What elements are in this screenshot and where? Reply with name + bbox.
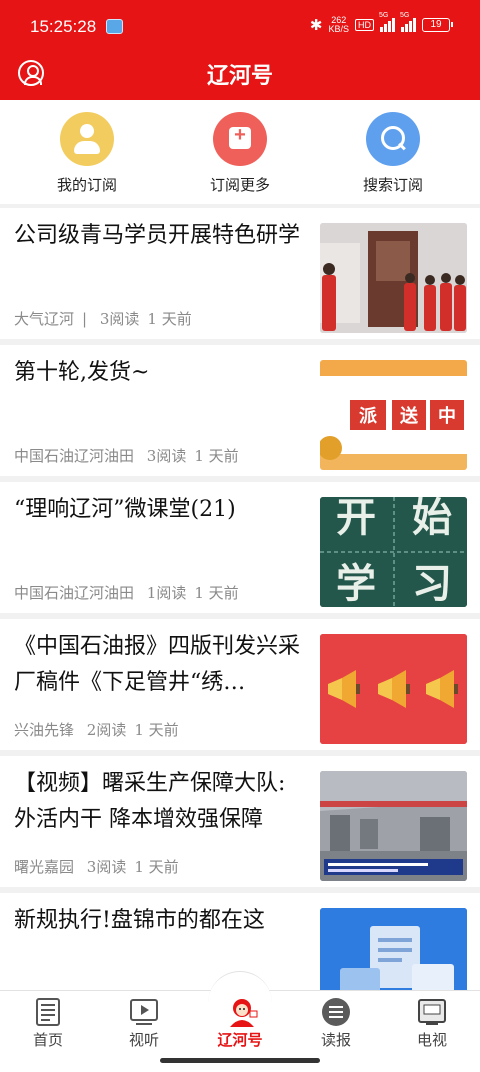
article-title[interactable]: 公司级青马学员开展特色研学 (14, 218, 306, 254)
article-meta: 曙光嘉园 3阅读 1 天前 (14, 856, 187, 877)
thumb-text: 始 (412, 497, 452, 541)
article-time: 1 天前 (194, 584, 239, 602)
article-thumbnail[interactable]: 开 始 学 习 (320, 497, 467, 607)
tv-icon (416, 997, 448, 1027)
article-card[interactable]: 【视频】曙采生产保障大队:外活内干 降本增效强保障 曙光嘉园 3阅读 1 天前 (0, 756, 480, 887)
delivery-banner: 派 送 中 (320, 360, 467, 470)
article-time: 1 天前 (134, 721, 179, 739)
nav-tv[interactable]: 电视 (384, 991, 480, 1051)
workshop-video-still (320, 771, 467, 881)
megaphone-banner (320, 634, 467, 744)
thumb-text: 开 (336, 497, 376, 541)
sim1-label: 5G (379, 12, 389, 19)
article-reads: 3阅读 (86, 858, 127, 876)
plus-icon (213, 112, 267, 166)
article-source: 曙光嘉园 (14, 858, 75, 876)
article-thumbnail[interactable]: 派 送 中 (320, 360, 467, 470)
network-speed: 262 KB/S (328, 16, 349, 34)
thumb-text: 学 (336, 560, 376, 607)
article-card[interactable]: 公司级青马学员开展特色研学 大气辽河 | 3阅读 1 天前 (0, 208, 480, 339)
search-icon (366, 112, 420, 166)
article-reads: 2阅读 (86, 721, 127, 739)
article-card[interactable]: 第十轮,发货~ 中国石油辽河油田 3阅读 1 天前 派 送 中 (0, 345, 480, 476)
article-source: 大气辽河 (14, 310, 75, 328)
my-subscriptions-button[interactable]: 我的订阅 (27, 112, 147, 195)
play-icon (128, 997, 160, 1027)
article-source: 兴油先锋 (14, 721, 75, 739)
nav-liaohehao[interactable]: 辽河号 (192, 991, 288, 1051)
nav-home[interactable]: 首页 (0, 991, 96, 1051)
signal-icon: 5G (379, 12, 395, 32)
thumb-text: 中 (438, 405, 456, 427)
nav-video[interactable]: 视听 (96, 991, 192, 1051)
app-screen: 15:25:28 ✱ 262 KB/S HD 5G 5G 19 辽河号 我的订阅… (0, 0, 480, 1072)
newspaper-icon (32, 997, 64, 1027)
person-icon (60, 112, 114, 166)
meta-separator: | (82, 310, 88, 328)
article-thumbnail[interactable] (320, 223, 467, 333)
article-time: 1 天前 (134, 858, 179, 876)
article-title[interactable]: 第十轮,发货~ (14, 355, 306, 391)
thumb-text: 习 (412, 560, 452, 607)
battery-icon: 19 (422, 18, 453, 32)
study-tour-photo (320, 223, 467, 333)
subscribe-more-button[interactable]: 订阅更多 (180, 112, 300, 195)
article-source: 中国石油辽河油田 (14, 584, 135, 602)
article-meta: 大气辽河 | 3阅读 1 天前 (14, 308, 200, 329)
article-meta: 中国石油辽河油田 1阅读 1 天前 (14, 582, 247, 603)
nav-label: 视听 (128, 1031, 159, 1049)
mascot-icon (224, 997, 258, 1027)
shortcut-label: 搜索订阅 (362, 176, 423, 194)
article-reads: 3阅读 (99, 310, 140, 328)
article-meta: 中国石油辽河油田 3阅读 1 天前 (14, 445, 247, 466)
article-reads: 3阅读 (146, 447, 187, 465)
home-indicator[interactable] (160, 1058, 320, 1063)
article-card[interactable]: 《中国石油报》四版刊发兴采厂稿件《下足管井“绣… 兴油先锋 2阅读 1 天前 (0, 619, 480, 750)
list-icon (320, 997, 352, 1027)
article-title[interactable]: “理响辽河”微课堂(21) (14, 492, 306, 528)
article-card[interactable]: “理响辽河”微课堂(21) 中国石油辽河油田 1阅读 1 天前 开 始 学 习 (0, 482, 480, 613)
nav-read-paper[interactable]: 读报 (288, 991, 384, 1051)
article-meta: 兴油先锋 2阅读 1 天前 (14, 719, 187, 740)
signal-icon: 5G (400, 12, 416, 32)
sim2-label: 5G (400, 12, 410, 19)
article-time: 1 天前 (194, 447, 239, 465)
bluetooth-icon: ✱ (309, 17, 323, 34)
app-notification-icon (106, 19, 123, 34)
nav-label: 辽河号 (217, 1031, 263, 1049)
article-thumbnail[interactable] (320, 771, 467, 881)
shortcut-label: 订阅更多 (209, 176, 270, 194)
search-subscriptions-button[interactable]: 搜索订阅 (333, 112, 453, 195)
status-indicators: ✱ 262 KB/S HD 5G 5G 19 (309, 12, 453, 34)
chalkboard-study: 开 始 学 习 (320, 497, 467, 607)
article-reads: 1阅读 (146, 584, 187, 602)
thumb-text: 送 (399, 405, 419, 427)
article-thumbnail[interactable] (320, 634, 467, 744)
article-source: 中国石油辽河油田 (14, 447, 135, 465)
nav-label: 读报 (320, 1031, 351, 1049)
article-title[interactable]: 【视频】曙采生产保障大队:外活内干 降本增效强保障 (14, 766, 306, 838)
page-title: 辽河号 (206, 64, 273, 89)
status-bar: 15:25:28 ✱ 262 KB/S HD 5G 5G 19 (0, 0, 480, 52)
nav-label: 电视 (416, 1031, 447, 1049)
app-header: 辽河号 (0, 52, 480, 100)
article-time: 1 天前 (147, 310, 192, 328)
network-speed-unit: KB/S (328, 24, 349, 34)
article-title[interactable]: 《中国石油报》四版刊发兴采厂稿件《下足管井“绣… (14, 629, 306, 701)
article-title[interactable]: 新规执行!盘锦市的都在这 (14, 903, 306, 939)
hd-badge: HD (355, 19, 374, 31)
thumb-text: 派 (359, 406, 378, 427)
subscription-shortcuts: 我的订阅 订阅更多 搜索订阅 (0, 100, 480, 204)
status-time: 15:25:28 (30, 17, 97, 36)
shortcut-label: 我的订阅 (56, 176, 117, 194)
nav-label: 首页 (32, 1031, 63, 1049)
top-bar: 15:25:28 ✱ 262 KB/S HD 5G 5G 19 辽河号 (0, 0, 480, 100)
